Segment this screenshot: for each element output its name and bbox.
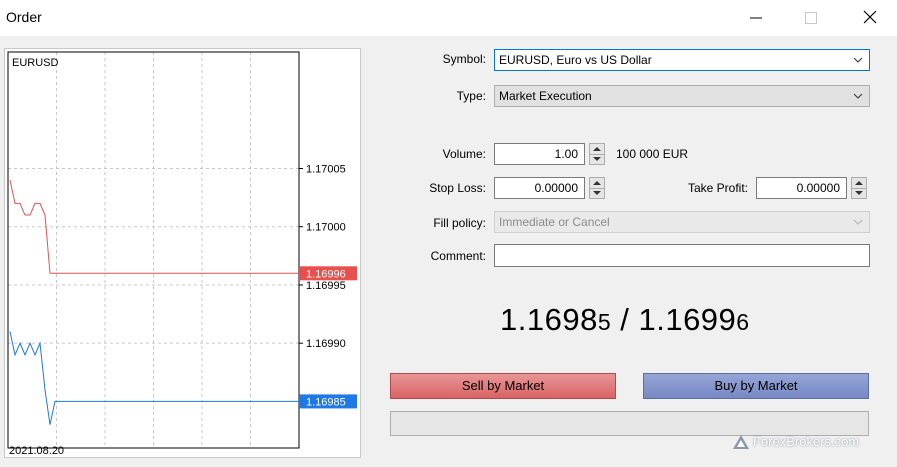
volume-label: Volume: (442, 147, 486, 161)
fill-policy-value: Immediate or Cancel (499, 215, 610, 229)
order-dialog-body: 1.17005 1.17000 1.16995 1.16990 1.16996 1.169… (0, 36, 897, 467)
comment-input[interactable] (494, 244, 870, 267)
chart-series (9, 180, 299, 425)
tick-chart-canvas: 1.17005 1.17000 1.16995 1.16990 1.16996 1.169… (7, 51, 357, 457)
watermark-text: ForexBrokers.com (753, 434, 860, 449)
watermark: ForexBrokers.com (733, 434, 860, 449)
y-tick-label: 1.16990 (306, 338, 346, 350)
bid-price-tag: 1.16985 (306, 396, 346, 408)
fill-policy-select: Immediate or Cancel (494, 211, 870, 233)
chevron-down-icon (853, 93, 863, 99)
arrow-down-icon (593, 157, 601, 161)
ask-price-pipette: 6 (736, 309, 750, 335)
take-profit-input[interactable]: 0.00000 (756, 177, 847, 199)
logo-icon (733, 435, 749, 449)
bid-price-line (9, 331, 299, 425)
status-bar (390, 411, 869, 436)
arrow-up-icon (593, 147, 601, 151)
symbol-select[interactable]: EURUSD, Euro vs US Dollar (494, 49, 870, 71)
sell-by-market-button[interactable]: Sell by Market (390, 373, 616, 399)
chart-date-label: 2021.08.20 (9, 445, 64, 457)
fill-policy-label: Fill policy: (433, 216, 486, 230)
arrow-up-icon (855, 181, 863, 185)
minimize-icon (750, 17, 762, 19)
type-label: Type: (456, 89, 486, 103)
stop-loss-input[interactable]: 0.00000 (494, 177, 585, 199)
symbol-select-value: EURUSD, Euro vs US Dollar (499, 53, 652, 67)
ask-price: 1.1699 (638, 302, 737, 337)
symbol-label: Symbol: (442, 52, 486, 66)
volume-units: 100 000 EUR (616, 147, 689, 161)
volume-decrease[interactable] (590, 154, 604, 164)
chevron-down-icon (853, 57, 863, 63)
y-tick-label: 1.17005 (306, 163, 346, 175)
stop-loss-decrease[interactable] (590, 188, 604, 198)
volume-stepper[interactable] (589, 143, 605, 165)
take-profit-decrease[interactable] (852, 188, 866, 198)
arrow-up-icon (593, 181, 601, 185)
stop-loss-label: Stop Loss: (429, 181, 486, 195)
price-separator: / (611, 302, 639, 337)
type-select[interactable]: Market Execution (494, 85, 870, 107)
maximize-icon (805, 12, 817, 24)
chart-symbol-label: EURUSD (12, 57, 59, 69)
arrow-down-icon (593, 191, 601, 195)
take-profit-stepper[interactable] (851, 177, 867, 199)
bid-price-pipette: 5 (597, 309, 612, 335)
chevron-down-icon (853, 219, 863, 225)
close-icon (863, 10, 877, 24)
title-bar: Order (0, 0, 897, 36)
stop-loss-stepper[interactable] (589, 177, 605, 199)
price-quote: 1.16985 / 1.16996 (500, 302, 750, 338)
bid-price: 1.1698 (500, 302, 598, 337)
tick-chart: 1.17005 1.17000 1.16995 1.16990 1.16996 1.169… (4, 48, 361, 458)
chart-grid (8, 52, 303, 448)
comment-label: Comment: (430, 249, 486, 263)
ask-price-tag: 1.16996 (306, 268, 346, 280)
minimize-button[interactable] (742, 6, 770, 30)
window-title: Order (6, 9, 42, 25)
take-profit-label: Take Profit: (687, 181, 748, 195)
type-select-value: Market Execution (499, 89, 592, 103)
buy-by-market-button[interactable]: Buy by Market (643, 373, 869, 399)
chart-labels: 1.17005 1.17000 1.16995 1.16990 1.16996 1.169… (299, 163, 357, 409)
close-button[interactable] (856, 6, 884, 30)
arrow-down-icon (855, 191, 863, 195)
y-tick-label: 1.17000 (306, 222, 346, 234)
y-tick-label: 1.16995 (306, 280, 346, 292)
volume-input[interactable]: 1.00 (494, 143, 585, 165)
maximize-button (797, 6, 825, 30)
